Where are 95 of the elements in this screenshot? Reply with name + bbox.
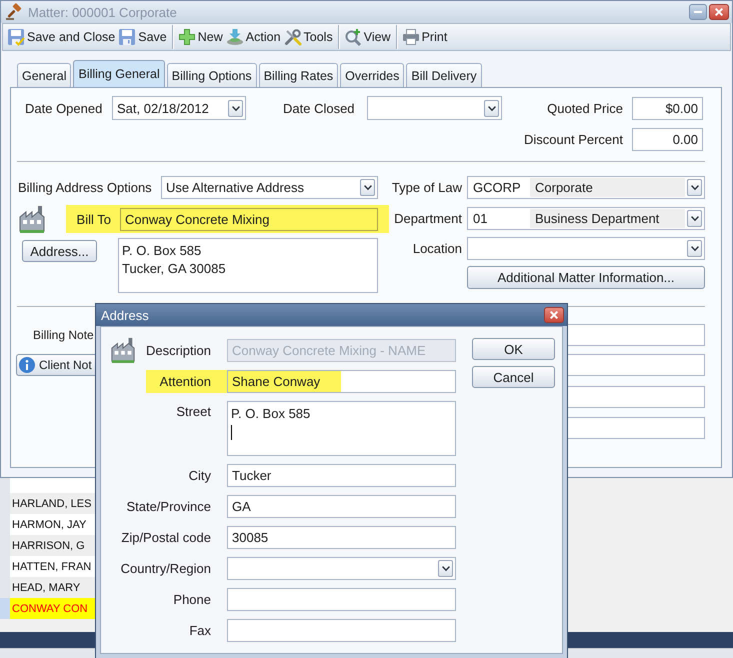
print-button[interactable]: Print (400, 25, 450, 49)
code-text: 01 (472, 211, 488, 226)
date-opened-dropdown[interactable]: Sat, 02/18/2012 (112, 96, 246, 120)
magnifier-plus-icon (344, 29, 361, 45)
input-field[interactable]: 30085 (227, 526, 456, 549)
chevron-down-icon (442, 566, 450, 571)
address-button[interactable]: Address... (22, 240, 97, 262)
department-dropdown[interactable]: 01 Business Department (467, 207, 705, 230)
chevron-down-icon (488, 106, 496, 110)
info-icon (19, 357, 35, 373)
field-label: Attention (146, 370, 227, 393)
bill-to-label: Bill To (76, 212, 111, 226)
date-opened-label: Date Opened (25, 100, 102, 116)
text-area[interactable]: P. O. Box 585 (227, 401, 456, 456)
field-label: Phone (173, 592, 211, 607)
discount-percent-label: Discount Percent (524, 132, 623, 147)
tab[interactable]: Billing General (73, 60, 165, 87)
billing-address-options-label: Billing Address Options (18, 180, 152, 195)
location-label: Location (412, 241, 462, 256)
chevron-down-icon (690, 185, 698, 190)
field-label: Zip/Postal code (121, 530, 211, 545)
dropdown-field[interactable] (227, 557, 456, 580)
tab[interactable]: Overrides (340, 63, 404, 87)
description-text: Business Department (530, 209, 685, 228)
input-field[interactable] (227, 619, 456, 642)
bill-to-field[interactable]: Conway Concrete Mixing (120, 208, 378, 230)
dropdown-button[interactable] (687, 179, 702, 196)
tools-button[interactable]: Tools (282, 25, 335, 49)
input-field[interactable] (568, 354, 705, 376)
wrench-screwdriver-icon (284, 29, 301, 45)
description-text: Corporate (530, 178, 685, 197)
gavel-icon (6, 4, 22, 20)
dropdown-button[interactable] (228, 100, 243, 116)
billing-notes-label: Billing Note (33, 328, 95, 343)
dropdown-button[interactable] (438, 560, 453, 577)
department-label: Department (394, 211, 462, 226)
ok-button[interactable]: OK (472, 338, 555, 360)
chevron-down-icon (364, 185, 372, 190)
client-row[interactable]: HATTEN, FRAN (0, 556, 95, 577)
input-field[interactable]: GA (227, 495, 456, 518)
dropdown-button[interactable] (360, 179, 375, 196)
building-icon (18, 205, 46, 233)
billing-address-options-dropdown[interactable]: Use Alternative Address (161, 176, 378, 199)
input-field[interactable] (568, 417, 705, 439)
window-title: Matter: 000001 Corporate (28, 4, 177, 20)
input-field[interactable]: Tucker (227, 464, 456, 487)
action-button[interactable]: Action (224, 25, 283, 49)
save-button[interactable]: Save (117, 25, 169, 49)
close-button[interactable] (709, 4, 729, 20)
type-of-law-dropdown[interactable]: GCORP Corporate (467, 176, 705, 199)
tab[interactable]: Billing Options (166, 63, 257, 87)
field-label: Country/Region (120, 561, 211, 576)
tab[interactable]: General (17, 63, 72, 87)
input-field[interactable] (568, 386, 705, 408)
minimize-icon (694, 11, 702, 13)
input-field[interactable] (568, 324, 705, 346)
new-button[interactable]: New (176, 25, 225, 49)
chevron-down-icon (690, 216, 698, 221)
plus-icon (178, 29, 195, 45)
address-text-area[interactable]: P. O. Box 585 Tucker, GA 30085 (118, 238, 378, 293)
discount-percent-field[interactable]: 0.00 (632, 128, 703, 151)
field-label: State/Province (126, 499, 211, 514)
close-icon (715, 8, 723, 16)
dropdown-button[interactable] (484, 100, 499, 116)
stamp-icon (226, 29, 243, 45)
view-button[interactable]: View (342, 25, 393, 49)
close-icon (550, 311, 558, 319)
date-closed-label: Date Closed (283, 100, 355, 116)
quoted-price-label: Quoted Price (547, 100, 623, 116)
input-field[interactable] (227, 588, 456, 611)
input-field[interactable]: Shane Conway (227, 370, 456, 393)
field-label: Street (176, 404, 211, 419)
quoted-price-field[interactable]: $0.00 (632, 96, 703, 120)
type-of-law-label: Type of Law (392, 180, 462, 195)
dropdown-button[interactable] (687, 240, 702, 257)
printer-icon (402, 29, 419, 45)
field-label: City (188, 468, 211, 483)
save-and-close-button[interactable]: Save and Close (6, 25, 118, 49)
tab[interactable]: Billing Rates (258, 63, 338, 87)
field-label: Fax (189, 623, 211, 638)
close-button[interactable] (544, 307, 564, 323)
code-text: GCORP (472, 180, 522, 195)
dropdown-button[interactable] (687, 210, 702, 227)
client-notes-button[interactable]: Client Not (16, 354, 95, 376)
client-row[interactable]: HARMON, JAY (0, 514, 95, 535)
minimize-button[interactable] (689, 4, 707, 20)
cancel-button[interactable]: Cancel (472, 366, 555, 388)
chevron-down-icon (690, 246, 698, 251)
client-row[interactable]: CONWAY CON (0, 598, 95, 619)
tab[interactable]: Bill Delivery (406, 63, 482, 87)
chevron-down-icon (232, 106, 240, 110)
building-icon (110, 337, 136, 363)
field-label: Description (146, 343, 211, 358)
window-title: Address (101, 308, 149, 322)
additional-info-button[interactable]: Additional Matter Information... (467, 266, 705, 289)
